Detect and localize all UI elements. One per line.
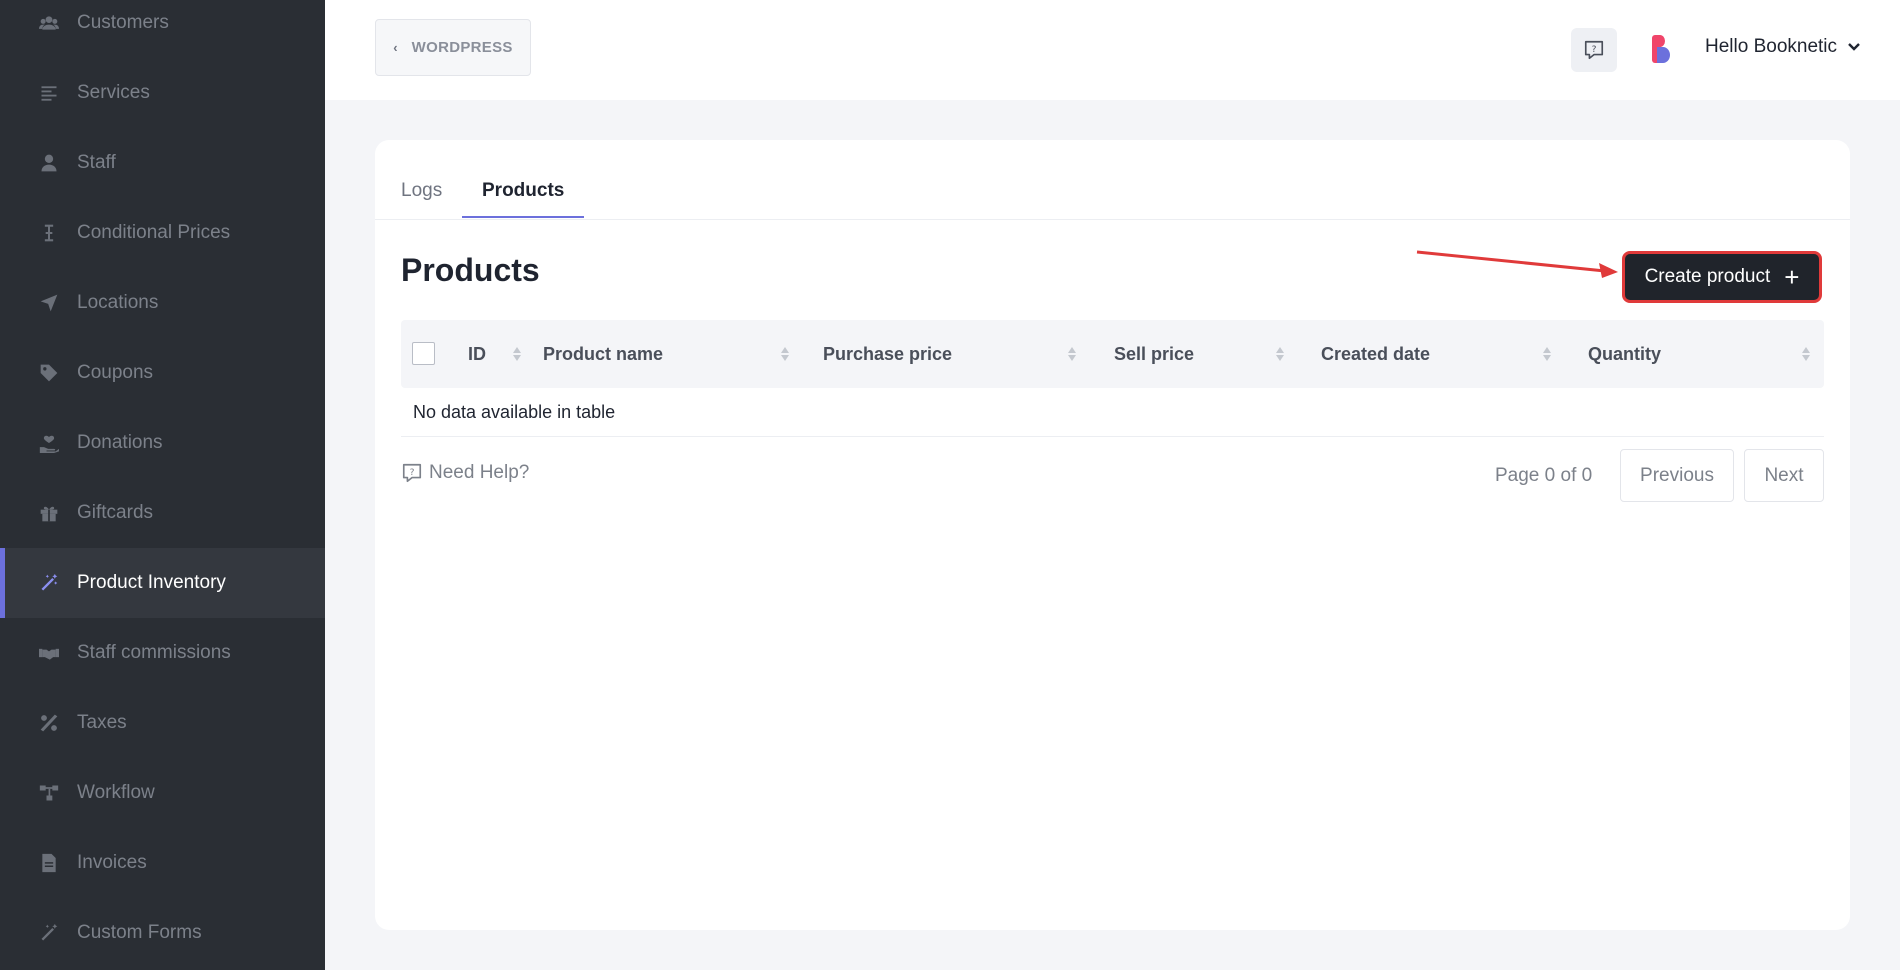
sidebar-item-invoices[interactable]: Invoices xyxy=(0,828,325,898)
create-product-button[interactable]: Create product + xyxy=(1622,251,1822,303)
users-icon xyxy=(38,12,60,34)
sort-icon xyxy=(513,347,521,361)
help-chat-button[interactable]: ? xyxy=(1571,28,1617,72)
user-name: Hello Booknetic xyxy=(1705,36,1838,57)
next-page-button[interactable]: Next xyxy=(1744,449,1824,502)
column-header-quantity[interactable]: Quantity xyxy=(1588,320,1661,388)
back-to-wordpress-button[interactable]: ‹ WORDPRESS xyxy=(375,19,531,76)
annotation-arrow xyxy=(1416,250,1618,278)
need-help-link[interactable]: ? Need Help? xyxy=(401,462,529,484)
user-icon xyxy=(38,152,60,174)
table-header: ID Product name Purchase price Sell pric… xyxy=(401,320,1824,388)
sidebar-item-label: Staff commissions xyxy=(77,642,231,663)
column-header-purchase-price[interactable]: Purchase price xyxy=(823,320,952,388)
sort-icon xyxy=(781,347,789,361)
text-cursor-icon xyxy=(38,222,60,244)
sidebar-item-taxes[interactable]: Taxes xyxy=(0,688,325,758)
tab-products[interactable]: Products xyxy=(462,180,585,218)
sidebar-item-label: Customers xyxy=(77,12,169,33)
sidebar-item-label: Custom Forms xyxy=(77,922,202,943)
column-header-product-name[interactable]: Product name xyxy=(543,320,663,388)
sidebar-item-workflow[interactable]: Workflow xyxy=(0,758,325,828)
file-icon xyxy=(38,852,60,874)
sidebar-item-label: Conditional Prices xyxy=(77,222,231,243)
sidebar-item-label: Workflow xyxy=(77,782,155,803)
tab-logs[interactable]: Logs xyxy=(401,180,442,216)
table-empty-row: No data available in table xyxy=(401,388,1824,437)
plus-icon: + xyxy=(1784,262,1800,292)
percent-icon xyxy=(38,712,60,734)
user-menu[interactable]: Hello Booknetic xyxy=(1705,36,1861,58)
sidebar-item-label: Taxes xyxy=(77,712,127,733)
svg-text:?: ? xyxy=(1592,44,1597,55)
need-help-label: Need Help? xyxy=(429,462,530,483)
sidebar-item-product-inventory[interactable]: Product Inventory xyxy=(0,548,325,618)
sidebar-item-label: Giftcards xyxy=(77,502,154,523)
pagination-info: Page 0 of 0 xyxy=(1495,465,1593,486)
help-chat-icon: ? xyxy=(1584,40,1604,60)
main-card: Logs Products Products Create product + … xyxy=(375,140,1850,930)
sidebar: Customers Services Staff Conditional Pri… xyxy=(0,0,325,970)
column-header-sell-price[interactable]: Sell price xyxy=(1114,320,1194,388)
sidebar-item-customers[interactable]: Customers xyxy=(0,0,325,58)
sidebar-item-label: Donations xyxy=(77,432,163,453)
sidebar-item-label: Services xyxy=(77,82,150,103)
chevron-down-icon xyxy=(1848,43,1860,51)
sidebar-item-giftcards[interactable]: Giftcards xyxy=(0,478,325,548)
sidebar-item-conditional-prices[interactable]: Conditional Prices xyxy=(0,198,325,268)
column-header-created-date[interactable]: Created date xyxy=(1321,320,1430,388)
tab-bar: Logs Products xyxy=(375,140,1850,220)
previous-page-button[interactable]: Previous xyxy=(1620,449,1734,502)
column-header-id[interactable]: ID xyxy=(468,320,486,388)
sort-icon xyxy=(1068,347,1076,361)
location-arrow-icon xyxy=(38,292,60,314)
sidebar-item-label: Product Inventory xyxy=(77,572,226,593)
page-title: Products xyxy=(401,252,540,288)
sidebar-item-donations[interactable]: Donations xyxy=(0,408,325,478)
sidebar-item-coupons[interactable]: Coupons xyxy=(0,338,325,408)
sidebar-item-label: Locations xyxy=(77,292,159,313)
magic-wand-icon xyxy=(38,572,60,594)
sort-icon xyxy=(1543,347,1551,361)
handshake-icon xyxy=(38,642,60,664)
sidebar-item-staff-commissions[interactable]: Staff commissions xyxy=(0,618,325,688)
sidebar-item-label: Coupons xyxy=(77,362,154,383)
list-icon xyxy=(38,82,60,104)
sidebar-item-label: Invoices xyxy=(77,852,147,873)
sidebar-item-custom-forms[interactable]: Custom Forms xyxy=(0,898,325,968)
sidebar-item-staff[interactable]: Staff xyxy=(0,128,325,198)
help-chat-icon: ? xyxy=(402,463,422,483)
gift-icon xyxy=(38,502,60,524)
topbar: ‹ WORDPRESS ? Hello Booknetic xyxy=(325,0,1900,100)
workflow-icon xyxy=(38,782,60,804)
tag-icon xyxy=(38,362,60,384)
svg-text:?: ? xyxy=(410,467,415,478)
sidebar-item-services[interactable]: Services xyxy=(0,58,325,128)
magic-wand-icon xyxy=(38,922,60,944)
hand-heart-icon xyxy=(38,432,60,454)
select-all-checkbox[interactable] xyxy=(412,342,435,365)
create-product-label: Create product xyxy=(1644,266,1771,287)
sidebar-item-label: Staff xyxy=(77,152,116,173)
booknetic-logo xyxy=(1652,35,1670,63)
sidebar-item-locations[interactable]: Locations xyxy=(0,268,325,338)
back-button-label: WORDPRESS xyxy=(411,39,513,56)
sort-icon xyxy=(1802,347,1810,361)
chevron-left-icon: ‹ xyxy=(393,40,398,55)
sort-icon xyxy=(1276,347,1284,361)
